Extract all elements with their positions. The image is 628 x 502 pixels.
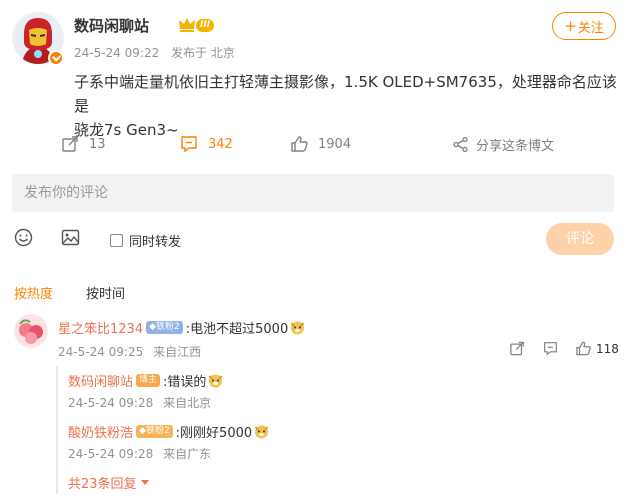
like-icon [291,136,308,152]
reply-location: 来自北京 [163,396,212,410]
submit-comment-button[interactable]: 评论 [546,223,614,255]
reply-time: 24-5-24 09:28 [68,396,154,410]
plus-icon: + [564,16,577,35]
view-more-replies-link[interactable]: 共23条回复 [68,473,149,492]
repost-checkbox[interactable]: 同时转发 [110,231,181,250]
doge-emoji-icon [290,321,305,335]
doge-emoji-icon [209,374,223,388]
reply-time: 24-5-24 09:28 [68,447,154,461]
follow-button[interactable]: + 关注 [552,12,616,40]
comment-item: 星之笨比1234 ◆ 铁粉2 :电池不超过5000 [58,318,305,337]
reply-meta: 24-5-24 09:28 来自北京 [68,394,211,411]
post-text-line-1: 子系中端走量机依旧主打轻薄主摄影像，1.5K OLED+SM7635，处理器命名… [74,73,617,115]
comment-reply-icon[interactable] [543,341,558,356]
comment-location: 来自江西 [153,345,202,359]
author-badge: 博主 [136,374,161,387]
commenter-name[interactable]: 星之笨比1234 [58,318,143,337]
image-icon[interactable] [61,228,80,247]
commenter-avatar[interactable] [14,314,48,348]
fan-badge: ◆ 铁粉2 [146,321,183,334]
comment-meta: 24-5-24 09:25 来自江西 [58,343,201,360]
level-badge: III [196,19,215,32]
reply-item: 酸奶铁粉浩 ◆ 铁粉2 :刚刚好5000 [68,422,269,441]
verified-icon [48,50,64,66]
reply-meta: 24-5-24 09:28 来自广东 [68,445,211,462]
repost-checkbox-label: 同时转发 [129,235,182,250]
follow-label: 关注 [577,20,604,36]
share-label: 分享这条博文 [476,138,555,154]
post-time[interactable]: 24-5-24 09:22 [74,46,159,60]
comment-repost-icon[interactable] [510,341,525,356]
comment-input[interactable]: 发布你的评论 [12,174,614,212]
repost-icon [62,136,78,152]
reply-item: 数码闲聊站 博主 :错误的 [68,371,223,390]
repost-count: 13 [89,136,106,152]
repost-button[interactable]: 13 [62,132,106,156]
fan-badge: ◆ 铁粉2 [136,425,173,438]
post-meta: 24-5-24 09:22 发布于 北京 [74,44,235,61]
sort-by-time-tab[interactable]: 按时间 [86,283,125,302]
comment-like-icon[interactable] [576,341,591,356]
comment-like-count: 118 [596,342,619,356]
author-name[interactable]: 数码闲聊站 [74,15,149,36]
comment-icon [181,136,197,152]
comment-button[interactable]: 342 [180,132,233,156]
comment-text: :电池不超过5000 [185,322,289,337]
reply-author-name[interactable]: 酸奶铁粉浩 [68,422,133,441]
crown-icon [179,18,195,32]
composer-tools: 同时转发 [0,228,628,252]
emoji-icon[interactable] [14,228,33,247]
more-replies-label: 共23条回复 [68,477,137,492]
share-icon [453,136,468,152]
reply-location: 来自广东 [163,447,212,461]
post-location: 发布于 北京 [171,46,235,60]
checkbox-box[interactable] [110,234,123,247]
reply-text: :错误的 [163,375,207,390]
chevron-down-icon [140,480,149,485]
like-button[interactable]: 1904 [291,132,351,156]
reply-author-name[interactable]: 数码闲聊站 [68,371,133,390]
sort-by-hot-tab[interactable]: 按热度 [14,283,53,302]
comment-time: 24-5-24 09:25 [58,345,144,359]
share-button[interactable]: 分享这条博文 [453,132,554,156]
reply-text: :刚刚好5000 [175,426,253,441]
comment-count: 342 [208,136,233,152]
like-count: 1904 [318,136,352,152]
reply-thread-divider [56,366,58,494]
doge-emoji-icon [254,425,269,439]
post-actions: 13 342 1904 分享这条博文 [0,132,628,156]
